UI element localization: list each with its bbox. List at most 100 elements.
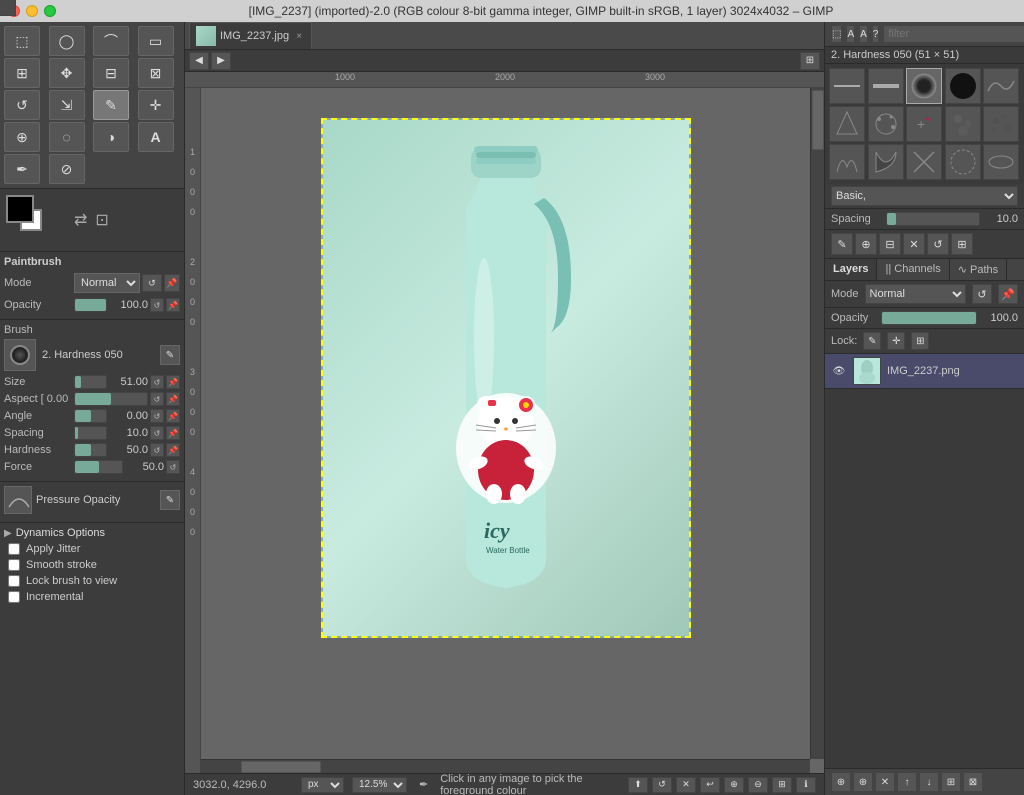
export-icon-btn[interactable]: ⬆ [628, 777, 648, 793]
brush-panel-help[interactable]: ? [872, 25, 880, 43]
maximize-button[interactable] [44, 5, 56, 17]
layer-row[interactable]: 👁 IMG_2237.png [825, 354, 1024, 389]
canvas-zoom-fit-btn[interactable]: ⊞ [800, 52, 820, 70]
minimize-button[interactable] [26, 5, 38, 17]
lock-paint-btn[interactable]: ✎ [863, 332, 881, 350]
selection-ellipse-tool[interactable]: ◯ [49, 26, 85, 56]
layer-add-btn[interactable]: ⊕ [831, 772, 851, 792]
brush-copy-action[interactable]: ⊟ [879, 233, 901, 255]
zoom-in-btn[interactable]: ⊕ [724, 777, 744, 793]
brush-edit-action[interactable]: ✎ [831, 233, 853, 255]
reset-colors-icon[interactable]: ⊡ [95, 210, 108, 230]
layer-up-btn[interactable]: ↑ [897, 772, 917, 792]
brush-item-9[interactable] [945, 106, 981, 142]
brush-item-7[interactable] [868, 106, 904, 142]
aspect-ratio-pin-btn[interactable]: 📌 [166, 392, 180, 406]
brush-spacing-slider[interactable] [886, 212, 980, 226]
brush-item-2[interactable] [868, 68, 904, 104]
brush-item-13[interactable] [906, 144, 942, 180]
layers-mode-dropdown[interactable]: Normal [865, 284, 966, 304]
new-file-tool[interactable]: ⬚ [4, 26, 40, 56]
scrollbar-h-thumb[interactable] [241, 761, 321, 773]
canvas-nav-btn2[interactable]: ▶ [211, 52, 231, 70]
brush-item-5[interactable] [983, 68, 1019, 104]
aspect-ratio-slider[interactable] [74, 392, 148, 406]
spacing-reset-btn[interactable]: ↺ [150, 426, 164, 440]
opacity-pin-btn[interactable]: 📌 [166, 298, 180, 312]
aspect-ratio-reset-btn[interactable]: ↺ [150, 392, 164, 406]
mode-reset-icon[interactable]: ↺ [142, 274, 162, 292]
selection-rect-tool[interactable]: ▭ [138, 26, 174, 56]
restore-status-btn[interactable]: ↩ [700, 777, 720, 793]
layer-down-btn[interactable]: ↓ [919, 772, 939, 792]
size-slider[interactable] [74, 375, 107, 389]
undo-status-btn[interactable]: ↺ [652, 777, 672, 793]
size-pin-btn[interactable]: 📌 [166, 375, 180, 389]
paintbrush-tool[interactable]: ✎ [93, 90, 129, 120]
brush-item-6[interactable] [829, 106, 865, 142]
layers-mode-reset-btn[interactable]: ↺ [972, 284, 992, 304]
brush-item-14[interactable] [945, 144, 981, 180]
smooth-stroke-checkbox[interactable] [8, 559, 20, 571]
swap-colors-icon[interactable]: ⇄ [74, 210, 87, 230]
scale-tool[interactable]: ⇲ [49, 90, 85, 120]
brush-panel-icon3[interactable]: A [859, 25, 868, 43]
zoom-tool[interactable]: ⊘ [49, 154, 85, 184]
hardness-slider[interactable] [74, 443, 107, 457]
brush-item-15[interactable] [983, 144, 1019, 180]
lock-move-btn[interactable]: ✛ [887, 332, 905, 350]
move-tool[interactable]: ✥ [49, 58, 85, 88]
layer-anchor-btn[interactable]: ⊞ [941, 772, 961, 792]
brush-item-12[interactable] [868, 144, 904, 180]
fullscreen-btn[interactable]: ⊞ [772, 777, 792, 793]
brushes-filter-input[interactable] [883, 25, 1024, 43]
angle-reset-btn[interactable]: ↺ [150, 409, 164, 423]
opacity-slider[interactable] [74, 298, 107, 312]
canvas-nav-btn[interactable]: ◀ [189, 52, 209, 70]
brush-preset-dropdown[interactable]: Basic, Pencil Ink [831, 186, 1018, 206]
brush-edit-button[interactable]: ✎ [160, 345, 180, 365]
force-slider[interactable] [74, 460, 123, 474]
layers-tab-layers[interactable]: Layers [825, 259, 877, 280]
dynamics-thumbnail[interactable] [4, 486, 32, 514]
canvas-viewport[interactable]: icy Water Bottle [201, 88, 824, 773]
mode-pin-icon[interactable]: 📌 [164, 274, 180, 292]
zoom-select[interactable]: 12.5% 25% 50% 100% [352, 777, 407, 793]
hardness-reset-btn[interactable]: ↺ [150, 443, 164, 457]
image-tab-item[interactable]: IMG_2237.jpg × [189, 22, 312, 49]
layers-opacity-slider[interactable] [881, 311, 977, 325]
layers-mode-pin-btn[interactable]: 📌 [998, 284, 1018, 304]
close-status-btn[interactable]: ✕ [676, 777, 696, 793]
foreground-color-swatch[interactable] [6, 195, 34, 223]
fill-tool[interactable]: ⊞ [4, 58, 40, 88]
crop-tool[interactable]: ⊠ [138, 58, 174, 88]
apply-jitter-checkbox[interactable] [8, 543, 20, 555]
brush-duplicate-action[interactable]: ⊕ [855, 233, 877, 255]
lock-alpha-btn[interactable]: ⊞ [911, 332, 929, 350]
opacity-reset-btn[interactable]: ↺ [150, 298, 164, 312]
unit-select[interactable]: px mm in [301, 777, 344, 793]
dynamics-edit-button[interactable]: ✎ [160, 490, 180, 510]
layers-tab-channels[interactable]: || Channels [877, 259, 949, 280]
incremental-checkbox[interactable] [8, 591, 20, 603]
dodge-tool[interactable]: ◑ [93, 122, 129, 152]
heal-tool[interactable]: ✛ [138, 90, 174, 120]
brush-item-11[interactable] [829, 144, 865, 180]
brush-thumbnail[interactable] [4, 339, 36, 371]
canvas-scrollbar-h[interactable] [201, 759, 810, 773]
scrollbar-v-thumb[interactable] [812, 90, 824, 150]
mode-dropdown[interactable]: Normal [74, 273, 140, 293]
expand-icon[interactable]: ▶ [4, 528, 12, 539]
image-tab-close-button[interactable]: × [293, 30, 305, 42]
clone-tool[interactable]: ⊕ [4, 122, 40, 152]
layer-copy-btn[interactable]: ⊕ [853, 772, 873, 792]
brush-item-4[interactable] [945, 68, 981, 104]
spacing-slider[interactable] [74, 426, 107, 440]
text-tool[interactable]: A [138, 122, 174, 152]
layer-merge-btn[interactable]: ⊠ [963, 772, 983, 792]
brush-item-8[interactable]: + + [906, 106, 942, 142]
info-btn[interactable]: ℹ [796, 777, 816, 793]
hardness-pin-btn[interactable]: 📌 [166, 443, 180, 457]
brush-export-action[interactable]: ⊞ [951, 233, 973, 255]
brush-item-3-hardness050[interactable] [906, 68, 942, 104]
